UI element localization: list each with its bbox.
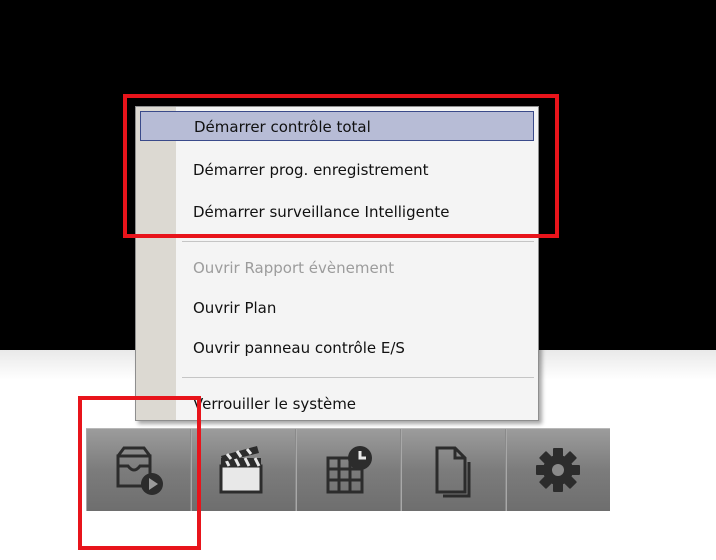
toolbar-button-playback[interactable] [191,429,296,511]
clapperboard-icon [219,446,263,494]
annotation-box-menu [123,94,559,238]
schedule-icon [326,446,372,494]
annotation-box-button [78,396,201,550]
menu-item-label: Verrouiller le système [193,395,357,413]
menu-item-label: Ouvrir Plan [193,299,277,317]
gear-icon [536,448,580,492]
document-icon [435,446,471,498]
menu-item-open-map[interactable]: Ouvrir Plan [140,293,534,323]
toolbar-button-log[interactable] [401,429,506,511]
toolbar-button-settings[interactable] [506,429,610,511]
menu-item-open-io-panel[interactable]: Ouvrir panneau contrôle E/S [140,333,534,363]
menu-item-open-event-report: Ouvrir Rapport évènement [140,253,534,283]
toolbar-button-schedule[interactable] [296,429,401,511]
menu-item-label: Ouvrir panneau contrôle E/S [193,339,405,357]
menu-separator [182,377,534,378]
menu-item-label: Ouvrir Rapport évènement [193,259,395,277]
menu-separator [182,241,534,242]
